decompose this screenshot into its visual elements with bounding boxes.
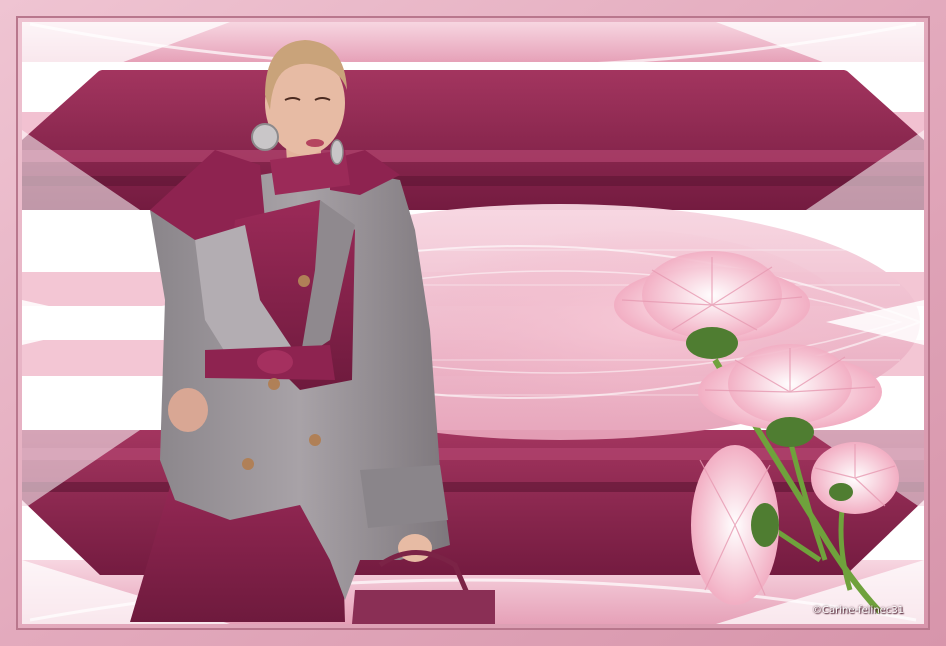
artwork-canvas — [0, 0, 946, 646]
artist-credit: ©Carine-felinec31 — [812, 605, 905, 616]
